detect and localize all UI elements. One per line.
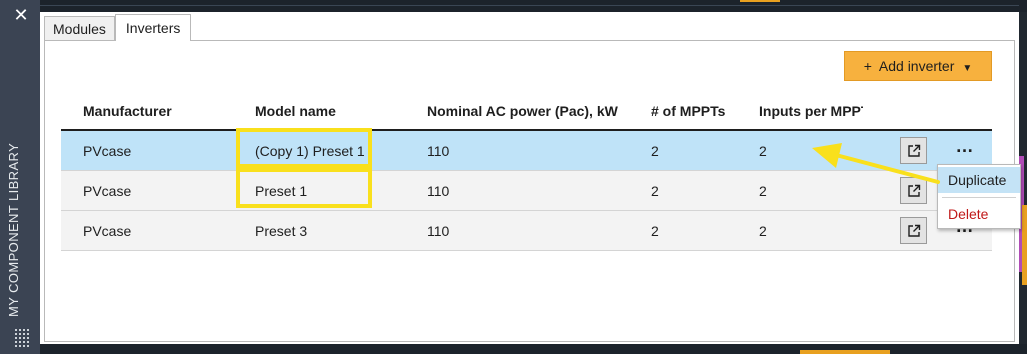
palette-title: MY COMPONENT LIBRARY xyxy=(6,142,21,317)
cell-inputs-per-mppt: 2 xyxy=(759,223,767,239)
cell-model-name: Preset 3 xyxy=(255,223,308,239)
open-external-button[interactable] xyxy=(900,137,927,164)
component-library-window: Modules Inverters + Add inverter ▼ Manufac… xyxy=(40,12,1019,344)
drag-grip-icon[interactable] xyxy=(14,328,30,348)
cell-nominal-ac-power: 110 xyxy=(427,183,450,199)
cad-entity-marker xyxy=(800,350,890,354)
external-link-icon xyxy=(908,184,921,197)
cell-nominal-ac-power: 110 xyxy=(427,143,450,159)
more-options-icon[interactable]: … xyxy=(953,137,977,163)
table-row[interactable]: PVcase (Copy 1) Preset 1 110 2 2 … xyxy=(61,131,992,171)
column-header-model-name[interactable]: Model name xyxy=(255,91,405,131)
cell-model-name: Preset 1 xyxy=(255,183,308,199)
table-header: Manufacturer Model name Nominal AC power… xyxy=(61,91,992,131)
inverters-panel: + Add inverter ▼ Manufacturer Model name N… xyxy=(44,40,1015,342)
cell-manufacturer: PVcase xyxy=(83,223,132,239)
menu-item-duplicate[interactable]: Duplicate xyxy=(938,167,1020,193)
open-external-button[interactable] xyxy=(900,217,927,244)
row-context-menu: Duplicate Delete xyxy=(937,164,1021,229)
column-header-inputs-per-mppt[interactable]: Inputs per MPPT xyxy=(759,91,863,131)
cell-inputs-per-mppt: 2 xyxy=(759,183,767,199)
cell-mppts: 2 xyxy=(651,143,659,159)
tab-inverters[interactable]: Inverters xyxy=(114,14,192,41)
external-link-icon xyxy=(908,144,921,157)
add-inverter-label: Add inverter xyxy=(878,58,955,74)
plus-icon: + xyxy=(863,58,872,74)
column-header-manufacturer[interactable]: Manufacturer xyxy=(83,91,172,131)
cad-entity-marker xyxy=(740,0,780,2)
open-external-button[interactable] xyxy=(900,177,927,204)
cad-entity-marker xyxy=(1022,205,1027,285)
cell-manufacturer: PVcase xyxy=(83,183,132,199)
cell-nominal-ac-power: 110 xyxy=(427,223,450,239)
external-link-icon xyxy=(908,224,921,237)
cad-background-top xyxy=(0,0,1027,12)
column-header-mppts[interactable]: # of MPPTs xyxy=(651,91,725,131)
menu-item-delete[interactable]: Delete xyxy=(938,201,1020,227)
tab-bar: Modules Inverters xyxy=(44,14,192,41)
inverters-table: Manufacturer Model name Nominal AC power… xyxy=(61,91,992,251)
table-row[interactable]: PVcase Preset 3 110 2 2 … xyxy=(61,211,992,251)
chevron-down-icon: ▼ xyxy=(962,63,973,74)
table-row[interactable]: PVcase Preset 1 110 2 2 … xyxy=(61,171,992,211)
cell-model-name: (Copy 1) Preset 1 xyxy=(255,143,365,159)
menu-divider xyxy=(942,197,1016,198)
tab-modules[interactable]: Modules xyxy=(44,16,115,41)
cad-grid-line xyxy=(40,5,1019,6)
cell-mppts: 2 xyxy=(651,183,659,199)
column-header-nominal-ac-power[interactable]: Nominal AC power (Pac), kW xyxy=(427,91,618,131)
add-inverter-button[interactable]: + Add inverter ▼ xyxy=(844,51,992,81)
cell-manufacturer: PVcase xyxy=(83,143,132,159)
palette-side-strip: ✕ MY COMPONENT LIBRARY xyxy=(0,0,40,354)
cell-mppts: 2 xyxy=(651,223,659,239)
close-icon[interactable]: ✕ xyxy=(13,5,29,25)
cell-inputs-per-mppt: 2 xyxy=(759,143,767,159)
